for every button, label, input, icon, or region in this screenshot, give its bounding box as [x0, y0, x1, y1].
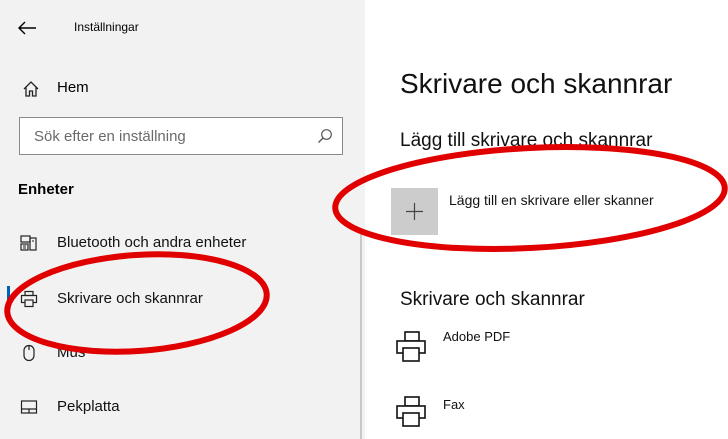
add-printer-label[interactable]: Lägg till en skrivare eller skanner [449, 192, 654, 208]
settings-sidebar: Inställningar Hem Enheter Bluetooth och … [0, 0, 365, 439]
printer-item-adobe-pdf[interactable]: Adobe PDF [443, 329, 510, 344]
sidebar-item-mouse[interactable]: Mus [57, 344, 85, 361]
printer-item-fax[interactable]: Fax [443, 397, 465, 412]
sidebar-item-printers[interactable]: Skrivare och skannrar [57, 290, 203, 307]
printer-icon[interactable] [394, 395, 428, 429]
search-box[interactable] [19, 117, 343, 155]
section-heading: Enheter [18, 181, 74, 198]
sidebar-item-bluetooth[interactable]: Bluetooth och andra enheter [57, 234, 246, 251]
home-icon[interactable] [22, 80, 40, 98]
printer-icon [20, 290, 38, 308]
selected-indicator [7, 286, 10, 314]
sidebar-scrollbar[interactable] [360, 233, 362, 439]
bluetooth-devices-icon [20, 234, 38, 252]
add-section-heading: Lägg till skrivare och skannrar [400, 130, 653, 151]
printer-icon[interactable] [394, 330, 428, 364]
touchpad-icon [20, 398, 38, 416]
home-link[interactable]: Hem [57, 79, 89, 96]
plus-icon [406, 203, 423, 220]
back-arrow-icon[interactable] [16, 19, 38, 37]
printers-heading: Skrivare och skannrar [400, 289, 585, 310]
mouse-icon [20, 344, 38, 362]
search-input[interactable] [20, 118, 310, 154]
page-title: Skrivare och skannrar [400, 68, 673, 99]
sidebar-item-touchpad[interactable]: Pekplatta [57, 398, 120, 415]
add-printer-button[interactable] [391, 188, 438, 235]
search-icon[interactable] [317, 128, 333, 144]
app-title: Inställningar [74, 20, 139, 34]
